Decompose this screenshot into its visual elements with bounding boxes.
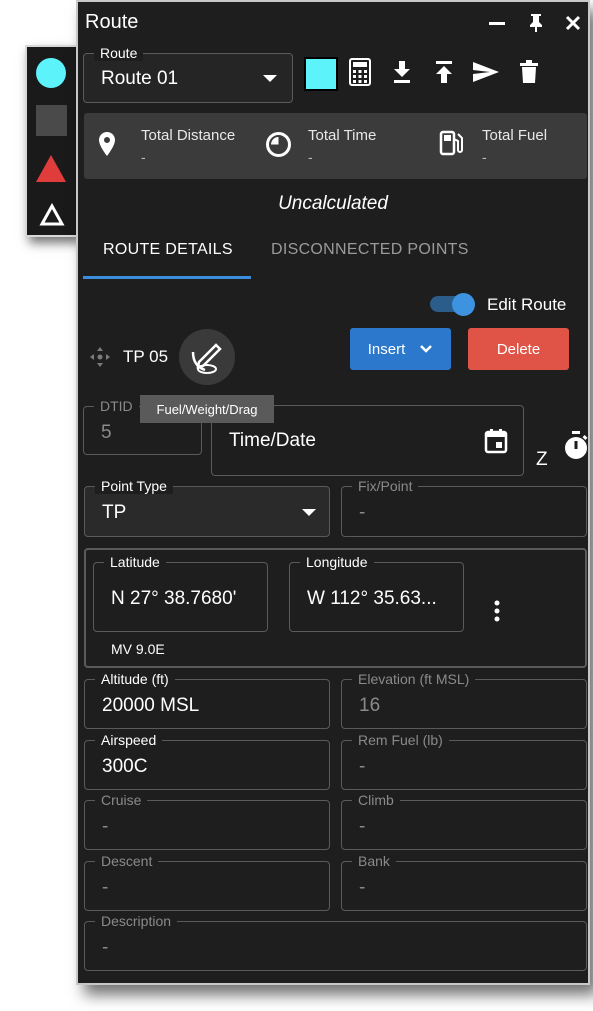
description-field[interactable]: Description - bbox=[84, 913, 587, 971]
time-date-placeholder: Time/Date bbox=[229, 430, 316, 451]
location-pin-icon bbox=[99, 132, 115, 156]
point-type-select[interactable]: Point Type TP bbox=[84, 478, 330, 537]
insert-button[interactable]: Insert bbox=[350, 328, 451, 370]
dtid-value: 5 bbox=[101, 422, 112, 443]
total-distance-value: - bbox=[141, 149, 146, 165]
shape-toolbar bbox=[25, 45, 78, 237]
total-distance-label: Total Distance bbox=[141, 127, 236, 144]
longitude-label: Longitude bbox=[300, 554, 374, 570]
cruise-value: - bbox=[102, 816, 109, 837]
descent-field[interactable]: Descent - bbox=[84, 853, 330, 911]
fix-point-value: - bbox=[359, 502, 366, 523]
point-type-label: Point Type bbox=[95, 478, 173, 494]
airspeed-label: Airspeed bbox=[95, 732, 163, 748]
altitude-value: 20000 MSL bbox=[102, 695, 200, 716]
fuel-weight-drag-button[interactable] bbox=[179, 329, 235, 385]
bank-field[interactable]: Bank - bbox=[341, 853, 587, 911]
stopwatch-icon[interactable] bbox=[563, 431, 589, 461]
send-icon[interactable] bbox=[472, 58, 500, 86]
calculator-icon[interactable] bbox=[346, 58, 374, 86]
edit-route-toggle-knob[interactable] bbox=[452, 293, 475, 316]
fuel-weight-drag-tooltip: Fuel/Weight/Drag bbox=[140, 395, 274, 423]
calculation-status: Uncalculated bbox=[278, 193, 388, 214]
active-tab-indicator bbox=[83, 276, 251, 279]
route-panel: Route Route Route 01 Total Distance - To… bbox=[76, 0, 590, 985]
total-fuel-label: Total Fuel bbox=[482, 127, 548, 144]
square-shape-tool[interactable] bbox=[36, 105, 67, 136]
point-type-value: TP bbox=[102, 502, 127, 523]
chevron-down-icon bbox=[302, 509, 316, 516]
elevation-field[interactable]: Elevation (ft MSL) 16 bbox=[341, 671, 587, 729]
triangle-shape-tool[interactable] bbox=[36, 155, 66, 182]
cruise-label: Cruise bbox=[95, 792, 148, 808]
latitude-field[interactable]: Latitude N 27° 38.7680' bbox=[93, 554, 268, 632]
pin-icon[interactable] bbox=[524, 11, 548, 35]
window-title: Route bbox=[85, 11, 139, 33]
airspeed-value: 300C bbox=[102, 756, 148, 777]
delete-button[interactable]: Delete bbox=[468, 328, 569, 370]
description-label: Description bbox=[95, 913, 178, 929]
elevation-value: 16 bbox=[359, 695, 381, 716]
time-zone-label: Z bbox=[536, 449, 548, 470]
title-bar: Route bbox=[78, 2, 588, 42]
descent-value: - bbox=[102, 877, 109, 898]
fix-point-field[interactable]: Fix/Point - bbox=[341, 478, 587, 537]
rem-fuel-field[interactable]: Rem Fuel (lb) - bbox=[341, 732, 587, 790]
tab-disconnected-points[interactable]: DISCONNECTED POINTS bbox=[271, 241, 469, 259]
bank-value: - bbox=[359, 877, 366, 898]
insert-button-label: Insert bbox=[367, 340, 406, 358]
rem-fuel-value: - bbox=[359, 756, 366, 777]
longitude-field[interactable]: Longitude W 112° 35.63... bbox=[289, 554, 464, 632]
climb-value: - bbox=[359, 816, 366, 837]
tab-route-details[interactable]: ROUTE DETAILS bbox=[103, 241, 233, 259]
total-time-label: Total Time bbox=[308, 127, 377, 144]
longitude-value: W 112° 35.63... bbox=[307, 588, 437, 609]
cruise-field[interactable]: Cruise - bbox=[84, 792, 330, 850]
clock-icon bbox=[266, 132, 291, 157]
close-icon[interactable] bbox=[561, 11, 585, 35]
minimize-icon[interactable] bbox=[485, 11, 509, 35]
total-time-value: - bbox=[308, 149, 313, 165]
download-icon[interactable] bbox=[388, 58, 416, 86]
magnetic-variation: MV 9.0E bbox=[111, 641, 165, 657]
route-color-swatch[interactable] bbox=[304, 57, 338, 91]
descent-label: Descent bbox=[95, 853, 159, 869]
chevron-down-icon bbox=[420, 345, 433, 353]
airspeed-field[interactable]: Airspeed 300C bbox=[84, 732, 330, 790]
altitude-label: Altitude (ft) bbox=[95, 671, 175, 687]
circle-shape-tool[interactable] bbox=[36, 58, 66, 88]
turn-point-label: TP 05 bbox=[123, 347, 169, 366]
fix-point-label: Fix/Point bbox=[352, 478, 419, 494]
route-select[interactable]: Route Route 01 bbox=[83, 45, 293, 103]
elevation-label: Elevation (ft MSL) bbox=[352, 671, 476, 687]
fuel-pump-icon bbox=[439, 130, 463, 156]
latitude-label: Latitude bbox=[104, 554, 166, 570]
triangle-outline-shape-tool[interactable] bbox=[39, 202, 65, 232]
route-select-value: Route 01 bbox=[101, 68, 179, 89]
altitude-field[interactable]: Altitude (ft) 20000 MSL bbox=[84, 671, 330, 729]
route-select-label: Route bbox=[94, 45, 144, 61]
route-summary: Total Distance - Total Time - Total Fuel… bbox=[84, 113, 587, 179]
more-options-icon[interactable] bbox=[494, 600, 500, 622]
bank-label: Bank bbox=[352, 853, 396, 869]
chevron-down-icon bbox=[263, 75, 277, 82]
dtid-label: DTID bbox=[94, 398, 139, 414]
upload-icon[interactable] bbox=[430, 58, 458, 86]
climb-label: Climb bbox=[352, 792, 400, 808]
rem-fuel-label: Rem Fuel (lb) bbox=[352, 732, 449, 748]
edit-pencil-icon bbox=[191, 343, 222, 374]
move-handle-icon[interactable] bbox=[90, 347, 110, 367]
latitude-value: N 27° 38.7680' bbox=[111, 588, 237, 609]
edit-route-label: Edit Route bbox=[487, 295, 567, 314]
trash-icon[interactable] bbox=[515, 58, 543, 86]
description-value: - bbox=[102, 937, 109, 958]
climb-field[interactable]: Climb - bbox=[341, 792, 587, 850]
total-fuel-value: - bbox=[482, 149, 487, 165]
calendar-icon[interactable] bbox=[484, 428, 508, 454]
